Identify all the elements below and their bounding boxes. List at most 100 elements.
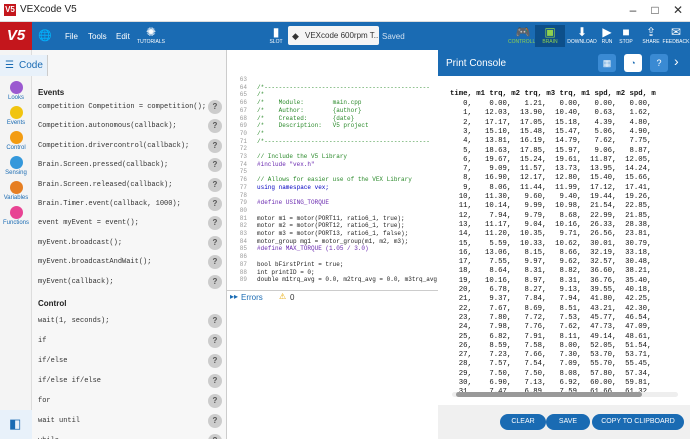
scrollbar-thumb[interactable] (456, 392, 642, 397)
line-number: 66 (239, 99, 247, 107)
palette-block[interactable]: if/else if/else (38, 377, 101, 385)
menu-file[interactable]: File (65, 32, 78, 41)
code-line[interactable]: #define MAX_TORQUE (1.05 / 3.0) (257, 245, 369, 252)
category-1[interactable]: Events (0, 106, 32, 126)
help-icon[interactable]: ? (208, 119, 222, 134)
clear-button[interactable]: CLEAR (500, 414, 546, 430)
help-icon[interactable]: ? (208, 334, 222, 348)
palette-block[interactable]: Brain.Timer.event(callback, 1000); (38, 200, 181, 208)
palette-block[interactable]: wait(1, seconds); (38, 317, 109, 325)
palette-block[interactable]: myEvent.broadcastAndWait(); (38, 258, 151, 266)
help-icon[interactable]: ? (208, 235, 222, 250)
console-row: 26, 8.59, 7.58, 8.00, 52.05, 51.54, (450, 341, 652, 350)
code-tab[interactable]: ☰ Code (0, 55, 48, 76)
console-row: 3, 15.10, 15.48, 15.47, 5.06, 4.90, (450, 127, 652, 136)
dock-button[interactable]: ◧ (0, 410, 32, 439)
code-line[interactable]: bool bFirstPrint = true; (257, 261, 343, 268)
tutorials-button[interactable]: ✺ TUTORIALS (136, 25, 166, 45)
palette-block[interactable]: if/else (38, 357, 67, 365)
code-line[interactable]: /* Created: {date} (257, 115, 354, 122)
horizontal-scrollbar[interactable] (452, 392, 678, 397)
slot-button[interactable]: ▮ SLOT (261, 25, 291, 45)
help-icon[interactable]: ? (208, 138, 222, 153)
category-5[interactable]: Functions (0, 206, 32, 226)
help-icon[interactable]: ? (208, 374, 222, 388)
controller-button[interactable]: 🎮 CONTROLLER (508, 25, 542, 45)
help-icon[interactable]: ? (208, 434, 222, 439)
help-icon[interactable]: ? (208, 274, 222, 289)
code-tab-icon: ☰ (5, 60, 14, 71)
main-toolbar: V5 🌐 File Tools Edit ✺ TUTORIALS ▮ SLOT ◆ V… (0, 22, 690, 50)
code-line[interactable]: // Allows for easier use of the VEX Libr… (257, 176, 412, 183)
code-line[interactable]: /* (257, 91, 264, 98)
errors-label: Errors (241, 293, 263, 302)
help-icon[interactable]: ? (208, 255, 222, 270)
menu-edit[interactable]: Edit (116, 32, 130, 41)
help-icon[interactable]: ? (650, 54, 668, 72)
minimize-button[interactable]: – (623, 3, 643, 17)
console-header-row: time, m1 trq, m2 trq, m3 trq, m1 spd, m2… (450, 90, 656, 98)
menu-tools[interactable]: Tools (88, 32, 107, 41)
globe-icon[interactable]: 🌐 (38, 29, 52, 42)
project-name-field[interactable]: ◆ VEXcode 600rpm T... (288, 26, 379, 45)
code-line[interactable]: // Include the V5 Library (257, 153, 347, 160)
console-row: 13, 11.17, 9.04, 10.16, 26.33, 28.38, (450, 220, 652, 229)
collapse-panel-icon[interactable]: › (674, 53, 679, 69)
code-line[interactable]: using namespace vex; (257, 184, 329, 191)
console-row: 0, 0.00, 1.21, 0.00, 0.00, 0.00, (450, 100, 652, 108)
line-number: 78 (239, 191, 247, 199)
help-icon[interactable]: ? (208, 314, 222, 328)
palette-block[interactable]: Brain.Screen.pressed(callback); (38, 161, 168, 169)
help-icon[interactable]: ? (208, 394, 222, 408)
code-line[interactable]: motor m3 = motor(PORT13, ratio6_1, false… (257, 230, 408, 237)
code-line[interactable]: /*--------------------------------------… (257, 138, 430, 145)
help-icon[interactable]: ? (208, 177, 222, 192)
code-line[interactable]: /* Description: V5 project (257, 122, 369, 129)
palette-block[interactable]: event myEvent = event(); (38, 219, 139, 227)
code-line[interactable]: #define USING_TORQUE (257, 199, 329, 206)
brain-button[interactable]: ▣ BRAIN (535, 25, 565, 47)
palette-block[interactable]: myEvent.broadcast(); (38, 239, 122, 247)
code-line[interactable]: double m1trq_avg = 0.0, m2trq_avg = 0.0,… (257, 276, 437, 283)
help-icon[interactable]: ? (208, 100, 222, 114)
help-icon[interactable]: ? (208, 414, 222, 428)
palette-block[interactable]: Brain.Screen.released(callback); (38, 181, 172, 189)
code-line[interactable]: motor_group mg1 = motor_group(m1, m2, m3… (257, 238, 408, 245)
events-heading: Events (38, 88, 65, 97)
code-line[interactable]: int printID = 0; (257, 269, 315, 276)
palette-block[interactable]: competition Competition = competition(); (38, 103, 206, 111)
palette-block[interactable]: wait until (38, 417, 80, 425)
palette-block[interactable]: for (38, 397, 51, 405)
code-line[interactable]: /* Author: {author} (257, 107, 361, 114)
line-number: 76 (239, 176, 247, 184)
palette-block[interactable]: myEvent(callback); (38, 278, 114, 286)
code-line[interactable]: /* Module: main.cpp (257, 99, 361, 106)
help-icon[interactable]: ? (208, 354, 222, 368)
errors-panel-header[interactable]: ▸▸ Errors ⚠ 0 (227, 290, 438, 304)
maximize-button[interactable]: □ (645, 3, 665, 17)
category-0[interactable]: Looks (0, 81, 32, 101)
help-icon[interactable]: ? (208, 216, 222, 231)
save-button[interactable]: SAVE (546, 414, 590, 430)
code-line[interactable]: /*--------------------------------------… (257, 84, 430, 91)
category-2[interactable]: Control (0, 131, 32, 151)
help-icon[interactable]: ? (208, 197, 222, 211)
help-icon[interactable]: ? (208, 158, 222, 173)
code-editor[interactable]: 63 64 /*----------------------------------… (227, 50, 438, 290)
feedback-button[interactable]: ✉ FEEDBACK (661, 25, 690, 45)
device-info-icon[interactable]: ▦ (598, 54, 616, 72)
dashboard-icon[interactable]: ◔ (624, 54, 642, 72)
palette-block[interactable]: Competition.autonomous(callback); (38, 122, 177, 130)
copy-to-clipboard-button[interactable]: COPY TO CLIPBOARD (592, 414, 684, 430)
code-line[interactable]: motor m2 = motor(PORT12, ratio6_1, true)… (257, 222, 405, 229)
palette-block[interactable]: if (38, 337, 46, 345)
line-number: 77 (239, 183, 247, 191)
code-line[interactable]: motor m1 = motor(PORT11, ratio6_1, true)… (257, 215, 405, 222)
category-3[interactable]: Sensing (0, 156, 32, 176)
code-line[interactable]: #include "vex.h" (257, 161, 315, 168)
close-window-button[interactable]: ✕ (668, 3, 688, 17)
console-row: 10, 11.30, 9.60, 9.40, 19.44, 19.26, (450, 193, 652, 201)
category-4[interactable]: Variables (0, 181, 32, 201)
code-line[interactable]: /* (257, 130, 264, 137)
palette-block[interactable]: Competition.drivercontrol(callback); (38, 142, 189, 150)
